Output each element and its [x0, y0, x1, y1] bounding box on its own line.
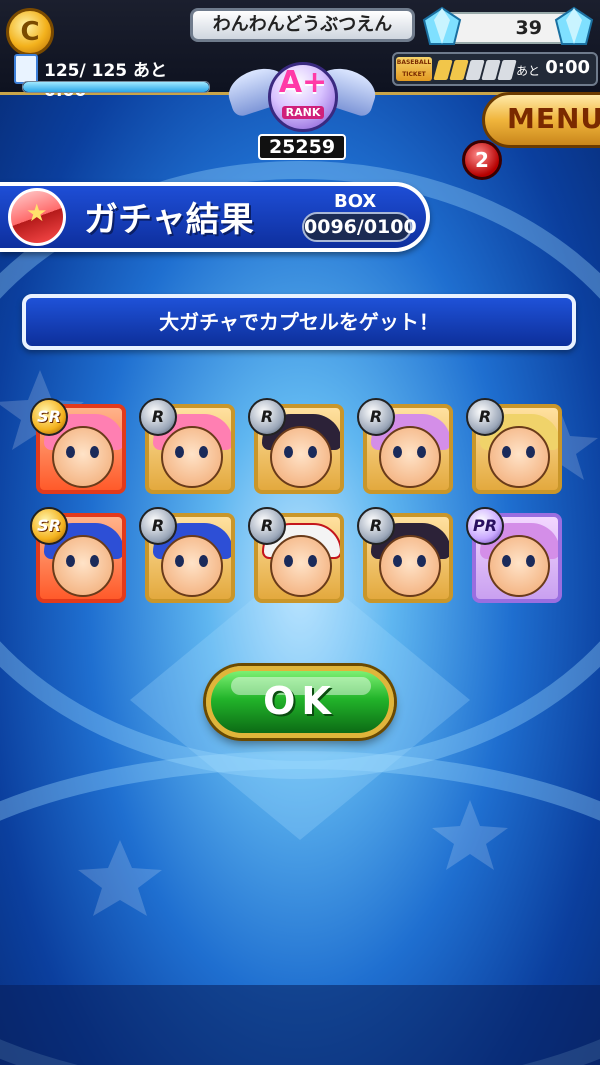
- ticket-timer-label: あと: [515, 64, 540, 78]
- character-portrait: [270, 535, 332, 597]
- character-eye: [526, 446, 535, 458]
- rank-emblem: A+ RANK: [268, 62, 338, 132]
- gem-shop-icon[interactable]: [552, 6, 596, 50]
- notification-badge[interactable]: 2: [462, 140, 502, 180]
- character-portrait: [161, 426, 223, 488]
- rarity-badge: R: [248, 398, 286, 436]
- character-eye: [308, 446, 317, 458]
- rank-badge-icon[interactable]: A+ RANK 25259: [223, 60, 381, 164]
- character-eye: [417, 446, 426, 458]
- character-eye: [199, 446, 208, 458]
- result-message: 大ガチャでカプセルをゲット！: [22, 294, 576, 350]
- stamina-timer-label: あと: [133, 61, 168, 81]
- character-portrait: [161, 535, 223, 597]
- rarity-badge: R: [139, 507, 177, 545]
- character-portrait: [488, 535, 550, 597]
- coin-icon: C: [6, 8, 54, 56]
- character-eye: [175, 446, 184, 458]
- character-eye: [308, 555, 317, 567]
- page-title: ガチャ結果: [84, 200, 254, 240]
- rarity-badge: R: [357, 507, 395, 545]
- ticket-slots: [433, 60, 517, 84]
- character-eye: [199, 555, 208, 567]
- character-eye: [90, 555, 99, 567]
- gem-icon: [422, 6, 462, 45]
- character-portrait: [379, 535, 441, 597]
- character-portrait: [488, 426, 550, 488]
- character-eye: [393, 446, 402, 458]
- stamina-card-icon: [14, 54, 38, 84]
- menu-button[interactable]: MENU: [482, 92, 600, 148]
- team-name-plate[interactable]: わんわんどうぶつえん: [190, 8, 415, 42]
- character-eye: [175, 555, 184, 567]
- character-eye: [66, 446, 75, 458]
- ticket-meter: BASEBALL TICKET あと 0:00: [392, 52, 598, 86]
- character-portrait: [52, 426, 114, 488]
- stamina-value: 125/ 125: [44, 61, 128, 81]
- character-eye: [502, 555, 511, 567]
- box-label: BOX: [334, 191, 377, 212]
- rarity-badge: R: [357, 398, 395, 436]
- ticket-timer: 0:00: [545, 57, 590, 78]
- stamina-bar: [22, 81, 210, 93]
- rarity-badge: R: [248, 507, 286, 545]
- box-counter: 0096/0100: [302, 212, 417, 242]
- character-eye: [66, 555, 75, 567]
- ticket-icon: BASEBALL TICKET: [396, 57, 432, 81]
- rarity-badge: R: [139, 398, 177, 436]
- character-portrait: [379, 426, 441, 488]
- character-eye: [502, 446, 511, 458]
- rank-label: RANK: [281, 106, 325, 119]
- rarity-badge: SR: [30, 398, 68, 436]
- ok-button[interactable]: OK: [206, 666, 394, 738]
- rank-score: 25259: [258, 134, 346, 160]
- character-eye: [284, 555, 293, 567]
- character-portrait: [270, 426, 332, 488]
- rarity-badge: R: [466, 398, 504, 436]
- character-eye: [90, 446, 99, 458]
- ticket-slot: [497, 60, 517, 80]
- stamina-meter: 125/ 125 あと 0:00: [8, 52, 210, 101]
- character-eye: [417, 555, 426, 567]
- stamina-bar-fill: [23, 82, 209, 92]
- capsule-icon: ★: [8, 188, 66, 246]
- rank-grade: A+: [278, 65, 328, 100]
- rarity-badge: SR: [30, 507, 68, 545]
- gem-value: 39: [515, 17, 542, 39]
- ok-label: OK: [263, 679, 337, 723]
- character-portrait: [52, 535, 114, 597]
- character-eye: [284, 446, 293, 458]
- character-eye: [393, 555, 402, 567]
- rarity-badge: PR: [466, 507, 504, 545]
- character-eye: [526, 555, 535, 567]
